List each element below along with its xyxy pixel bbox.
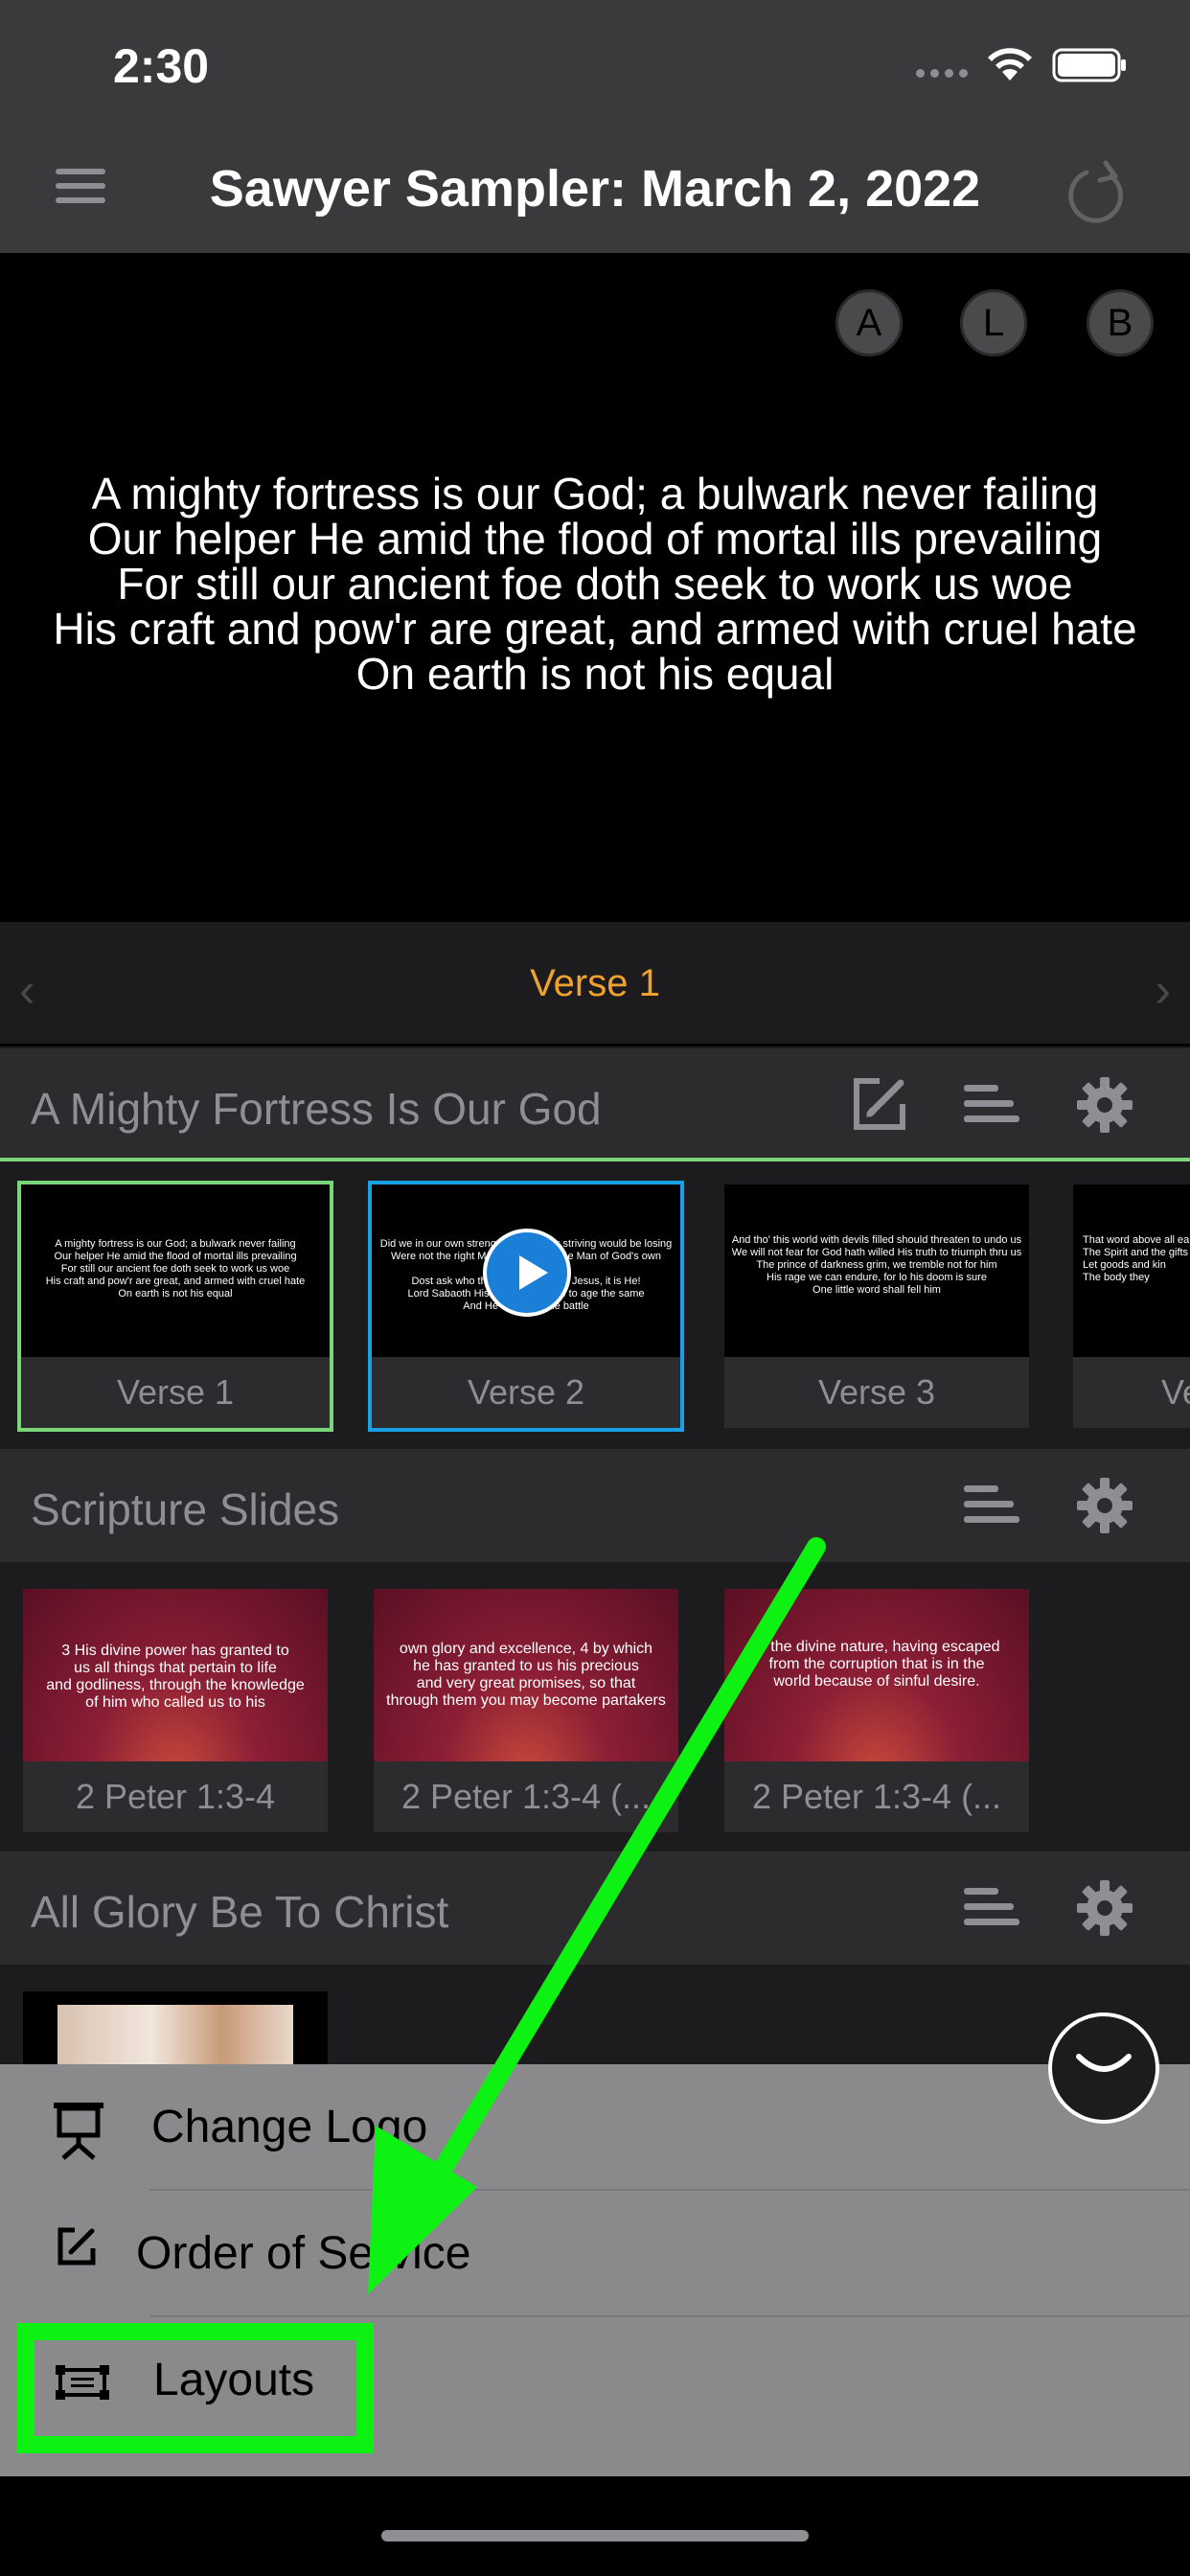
refresh-icon[interactable] — [1064, 155, 1133, 232]
slide-text-line: us all things that pertain to life — [74, 1660, 277, 1676]
slide-text-line: That word above all earthly — [1083, 1234, 1190, 1246]
edit-icon[interactable] — [851, 1075, 908, 1133]
slide-text-line: Our helper He amid the flood of mortal i… — [54, 1251, 297, 1262]
slide-thumbnail-selected[interactable]: Did we in our own strength confide our s… — [368, 1181, 684, 1432]
section-title: A Mighty Fortress Is Our God — [31, 1084, 602, 1134]
slide-text-line: And tho' this world with devils filled s… — [731, 1234, 1022, 1246]
gear-icon[interactable] — [1077, 1478, 1133, 1533]
slide-preview: of the divine nature, having escaped fro… — [724, 1589, 1029, 1761]
slide-caption: Verse 1 — [21, 1357, 330, 1428]
annotation-highlight-box — [17, 2323, 374, 2453]
slide-text-line: His rage we can endure, for lo his doom … — [767, 1272, 987, 1283]
slide-thumbnail-live[interactable]: A mighty fortress is our God; a bulwark … — [17, 1181, 333, 1432]
play-icon[interactable] — [483, 1229, 571, 1317]
slide-text-line: own glory and excellence, 4 by which — [399, 1641, 653, 1657]
gear-icon[interactable] — [1077, 1077, 1133, 1133]
slide-text-line: For still our ancient foe doth seek to w… — [60, 1263, 290, 1275]
status-time: 2:30 — [113, 39, 210, 93]
slide-thumbnail[interactable] — [23, 1991, 328, 2064]
page-title: Sawyer Sampler: March 2, 2022 — [209, 160, 981, 218]
order-of-service-menu-item[interactable]: Order of Service — [0, 2191, 1190, 2317]
slide-preview: A mighty fortress is our God; a bulwark … — [21, 1184, 330, 1357]
photo-thumbnail — [57, 2005, 293, 2064]
slide-thumbnail[interactable]: own glory and excellence, 4 by which he … — [374, 1589, 678, 1832]
collapse-sheet-button[interactable] — [1048, 2012, 1159, 2124]
slide-text-line: through them you may become partakers — [386, 1692, 666, 1709]
slide-caption: Ve — [1073, 1357, 1190, 1428]
slide-caption: 2 Peter 1:3-4 — [23, 1761, 328, 1832]
list-icon[interactable] — [962, 1482, 1021, 1530]
slide-text-line: On earth is not his equal — [118, 1288, 233, 1300]
presentation-icon — [54, 2103, 103, 2160]
slide-text-line: of him who called us to his — [85, 1694, 265, 1711]
slide-text-line: of the divine nature, having escaped — [753, 1639, 1000, 1655]
lyric-line: Our helper He amid the flood of mortal i… — [87, 514, 1103, 564]
section-title: All Glory Be To Christ — [31, 1887, 449, 1937]
gear-icon[interactable] — [1077, 1880, 1133, 1936]
wifi-icon — [988, 48, 1032, 80]
lyric-line: On earth is not his equal — [355, 649, 835, 699]
slide-text-line: Let goods and kin — [1083, 1259, 1166, 1271]
slide-text-line: he has granted to us his precious — [413, 1658, 639, 1674]
slide-text-line: The prince of darkness grim, we tremble … — [756, 1259, 997, 1271]
slide-preview: 3 His divine power has granted to us all… — [23, 1589, 328, 1761]
section-title: Scripture Slides — [31, 1484, 340, 1534]
slide-text-line: The Spirit and the gifts — [1083, 1247, 1189, 1258]
home-indicator-area — [0, 2476, 1190, 2576]
section-header-mighty-fortress[interactable]: A Mighty Fortress Is Our God — [0, 1048, 1190, 1162]
signal-icon — [916, 69, 968, 78]
nav-bar: Sawyer Sampler: March 2, 2022 — [0, 134, 1190, 253]
slide-thumbnail[interactable]: of the divine nature, having escaped fro… — [724, 1589, 1029, 1832]
edit-icon — [57, 2227, 96, 2266]
lyric-line: His craft and pow'r are great, and armed… — [53, 604, 1137, 654]
battery-icon — [1052, 48, 1126, 82]
slide-text-line: world because of sinful desire. — [773, 1673, 980, 1690]
slide-text-line: The body they — [1083, 1272, 1150, 1283]
slide-text-line: and godliness, through the knowledge — [46, 1677, 305, 1693]
slide-preview: And tho' this world with devils filled s… — [724, 1184, 1029, 1357]
slide-strip-scripture: 3 His divine power has granted to us all… — [0, 1562, 1190, 1855]
section-header-all-glory[interactable]: All Glory Be To Christ — [0, 1852, 1190, 1965]
lyric-line: A mighty fortress is our God; a bulwark … — [91, 469, 1099, 518]
slide-caption: 2 Peter 1:3-4 (... — [374, 1761, 678, 1832]
menu-item-label: Change Logo — [151, 2102, 428, 2152]
slide-caption: Verse 3 — [724, 1357, 1029, 1428]
slide-text-line: and very great promises, so that — [416, 1675, 636, 1691]
lyric-line: For still our ancient foe doth seek to w… — [117, 559, 1073, 609]
slide-text-line: from the corruption that is in the — [768, 1656, 985, 1672]
chevron-down-icon — [1076, 2054, 1132, 2072]
next-slide-chevron-icon[interactable]: › — [1155, 962, 1171, 1018]
status-bar: 2:30 — [0, 0, 1190, 134]
slide-text-line: A mighty fortress is our God; a bulwark … — [55, 1238, 296, 1250]
slide-strip-all-glory — [0, 1965, 1190, 2064]
list-icon[interactable] — [962, 1081, 1021, 1129]
home-indicator[interactable] — [381, 2530, 809, 2542]
blank-badge-b[interactable]: B — [1087, 289, 1154, 356]
slide-caption: 2 Peter 1:3-4 (... — [724, 1761, 1029, 1832]
change-logo-menu-item[interactable]: Change Logo — [0, 2064, 1190, 2191]
logo-badge-l[interactable]: L — [960, 289, 1027, 356]
slide-preview: That word above all earthly The Spirit a… — [1073, 1184, 1190, 1357]
slide-preview: Did we in our own strength confide our s… — [372, 1184, 680, 1357]
slide-preview: own glory and excellence, 4 by which he … — [374, 1589, 678, 1761]
verse-navigator: ‹ Verse 1 › — [0, 922, 1190, 1046]
section-header-scripture-slides[interactable]: Scripture Slides — [0, 1449, 1190, 1562]
slide-thumbnail[interactable]: And tho' this world with devils filled s… — [724, 1184, 1029, 1428]
slide-text-line: His craft and pow'r are great, and armed… — [45, 1276, 306, 1287]
slide-text-line: We will not fear for God hath willed His… — [731, 1247, 1022, 1258]
menu-item-label: Order of Service — [136, 2228, 471, 2279]
current-slide-label: Verse 1 — [530, 962, 660, 1004]
slide-thumbnail[interactable]: 3 His divine power has granted to us all… — [23, 1589, 328, 1832]
slide-text-line: One little word shall fell him — [812, 1284, 941, 1296]
slide-thumbnail[interactable]: That word above all earthly The Spirit a… — [1073, 1184, 1190, 1428]
alert-badge-a[interactable]: A — [835, 289, 903, 356]
slide-caption: Verse 2 — [372, 1357, 680, 1428]
list-icon[interactable] — [962, 1884, 1021, 1932]
slide-text-line: 3 His divine power has granted to — [61, 1643, 289, 1659]
live-preview: A L B A mighty fortress is our God; a bu… — [0, 253, 1190, 922]
preview-lyrics: A mighty fortress is our God; a bulwark … — [0, 472, 1190, 697]
slide-strip-mighty-fortress: A mighty fortress is our God; a bulwark … — [0, 1165, 1190, 1464]
